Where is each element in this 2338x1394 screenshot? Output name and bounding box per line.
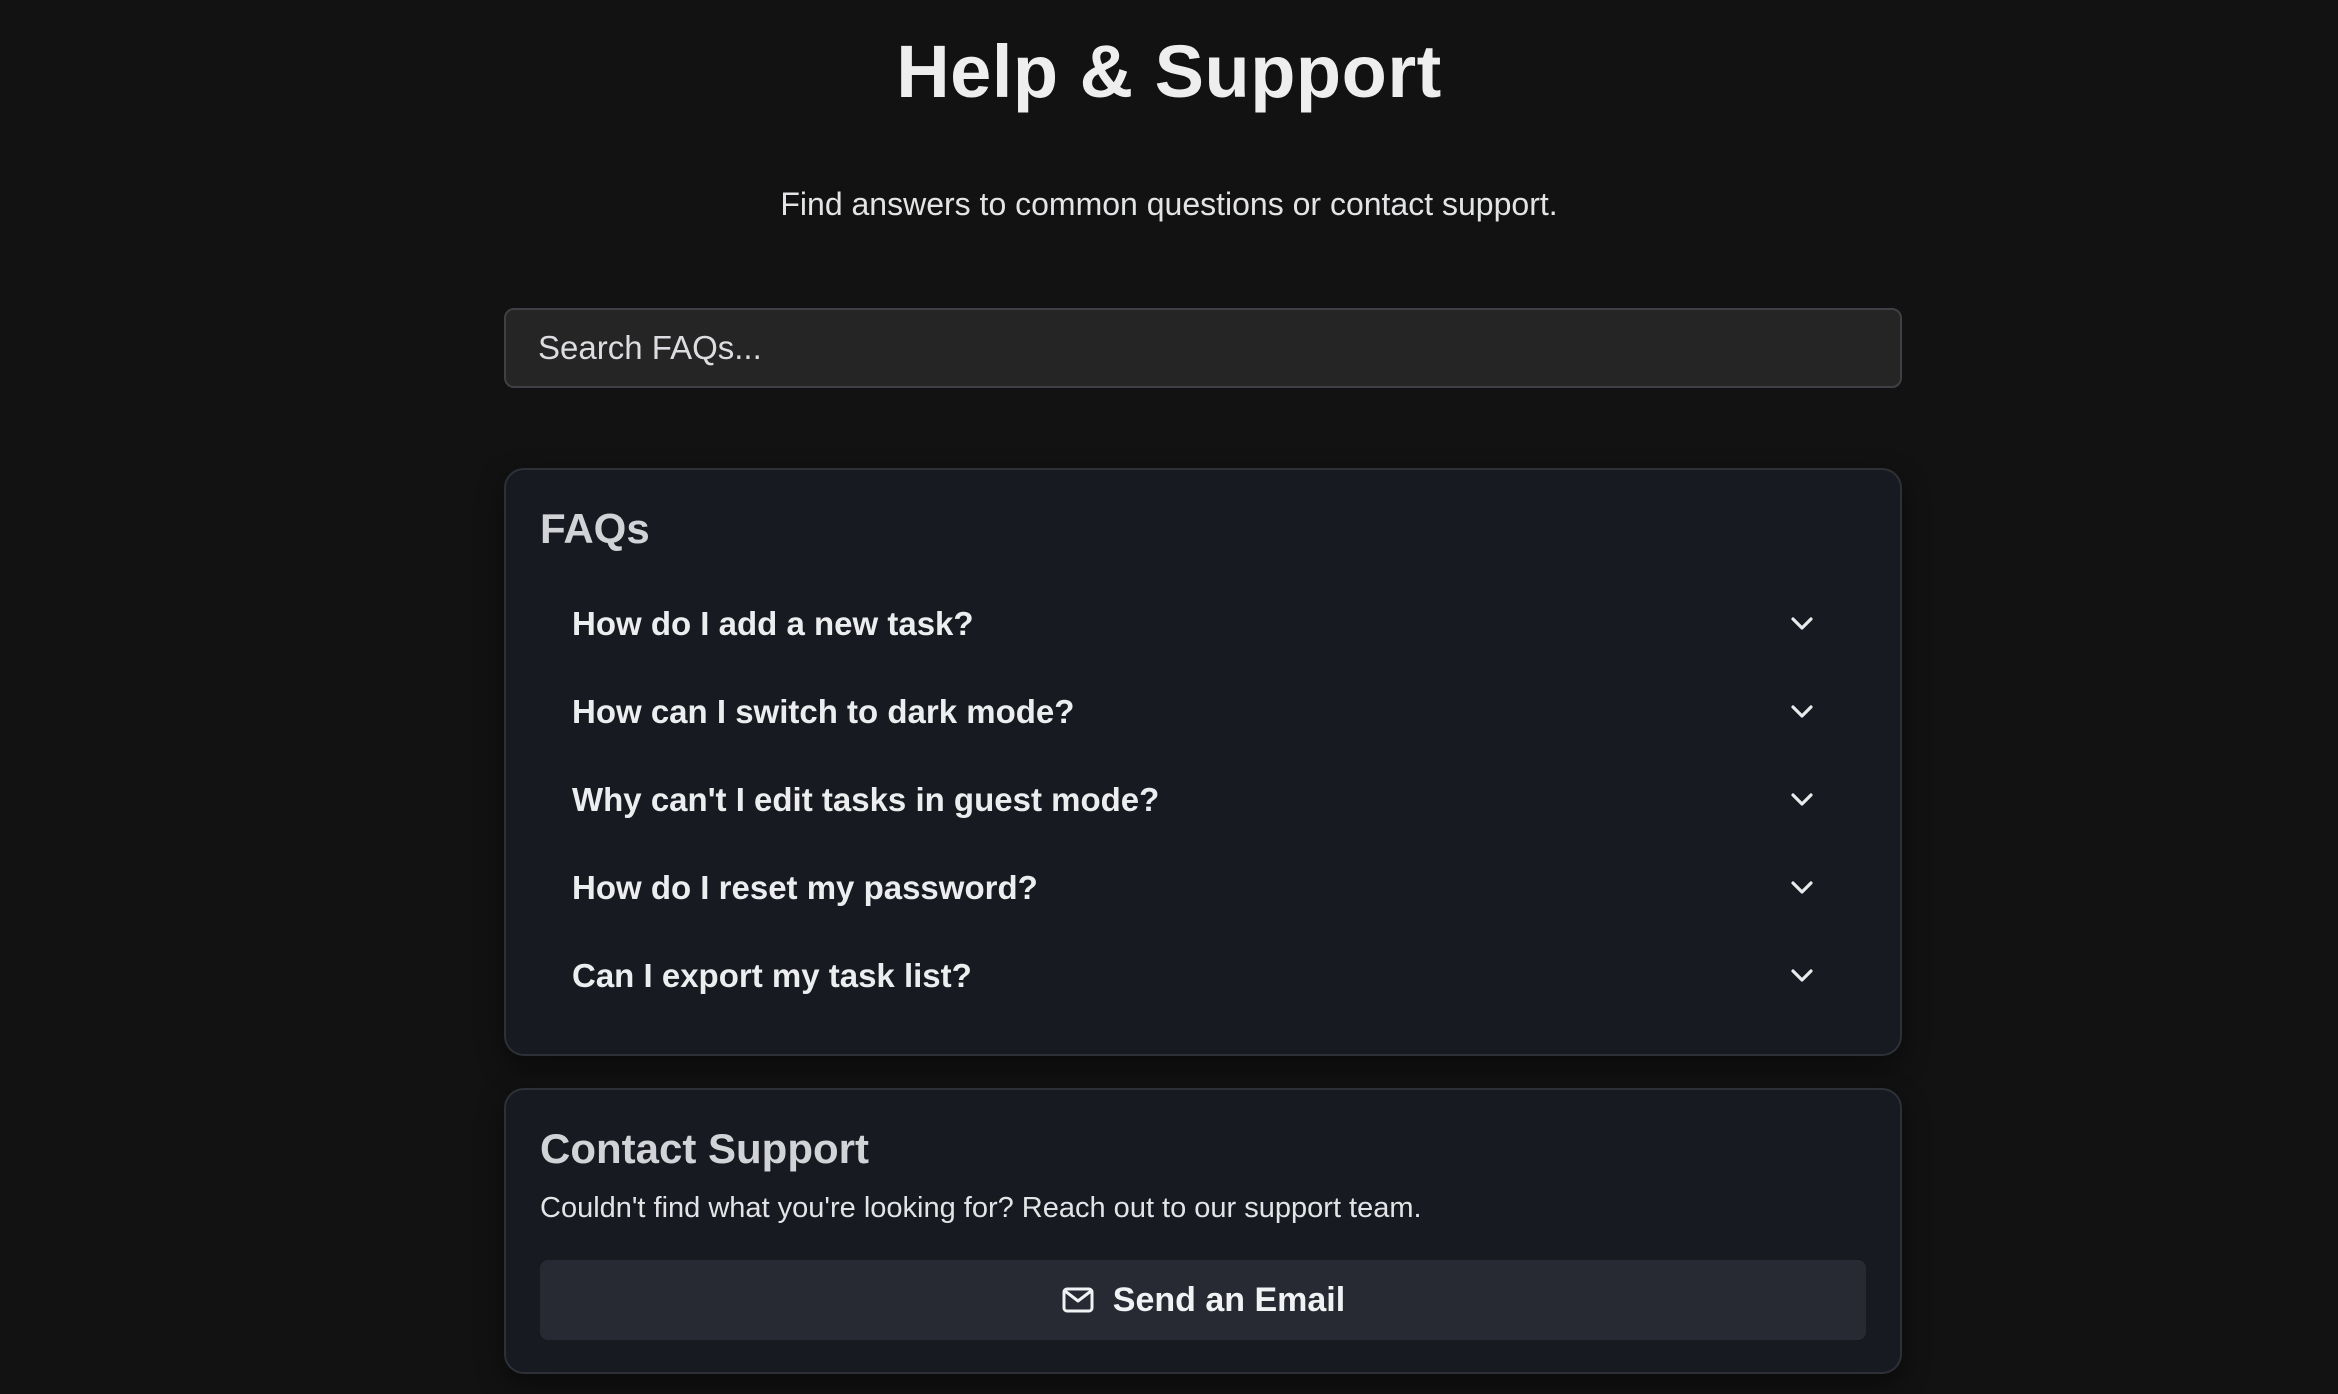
chevron-down-icon [1788,610,1816,638]
send-email-button[interactable]: Send an Email [540,1260,1866,1340]
faq-item-export-list[interactable]: Can I export my task list? [540,932,1866,1020]
contact-description: Couldn't find what you're looking for? R… [540,1192,1422,1224]
search-faqs-input[interactable] [504,308,1902,388]
send-email-label: Send an Email [1112,1280,1346,1319]
faq-heading: FAQs [540,505,650,552]
chevron-down-icon [1788,962,1816,990]
contact-support-card: Contact Support Couldn't find what you'r… [504,1088,1902,1374]
faq-question: Why can't I edit tasks in guest mode? [572,781,1160,818]
mail-icon [1061,1283,1095,1317]
faq-card: FAQs How do I add a new task? How can I … [504,468,1902,1056]
faq-question: How do I add a new task? [572,605,974,642]
contact-heading: Contact Support [540,1125,869,1172]
faq-item-guest-mode[interactable]: Why can't I edit tasks in guest mode? [540,756,1866,844]
chevron-down-icon [1788,698,1816,726]
faq-list: How do I add a new task? How can I switc… [540,580,1866,1020]
chevron-down-icon [1788,874,1816,902]
help-support-page: Help & Support Find answers to common qu… [0,0,2338,1394]
chevron-down-icon [1788,786,1816,814]
faq-item-reset-password[interactable]: How do I reset my password? [540,844,1866,932]
faq-item-dark-mode[interactable]: How can I switch to dark mode? [540,668,1866,756]
faq-question: How do I reset my password? [572,869,1038,906]
page-subtitle: Find answers to common questions or cont… [780,186,1558,222]
faq-item-add-task[interactable]: How do I add a new task? [540,580,1866,668]
faq-question: Can I export my task list? [572,957,972,994]
faq-question: How can I switch to dark mode? [572,693,1075,730]
page-title: Help & Support [896,30,1442,113]
